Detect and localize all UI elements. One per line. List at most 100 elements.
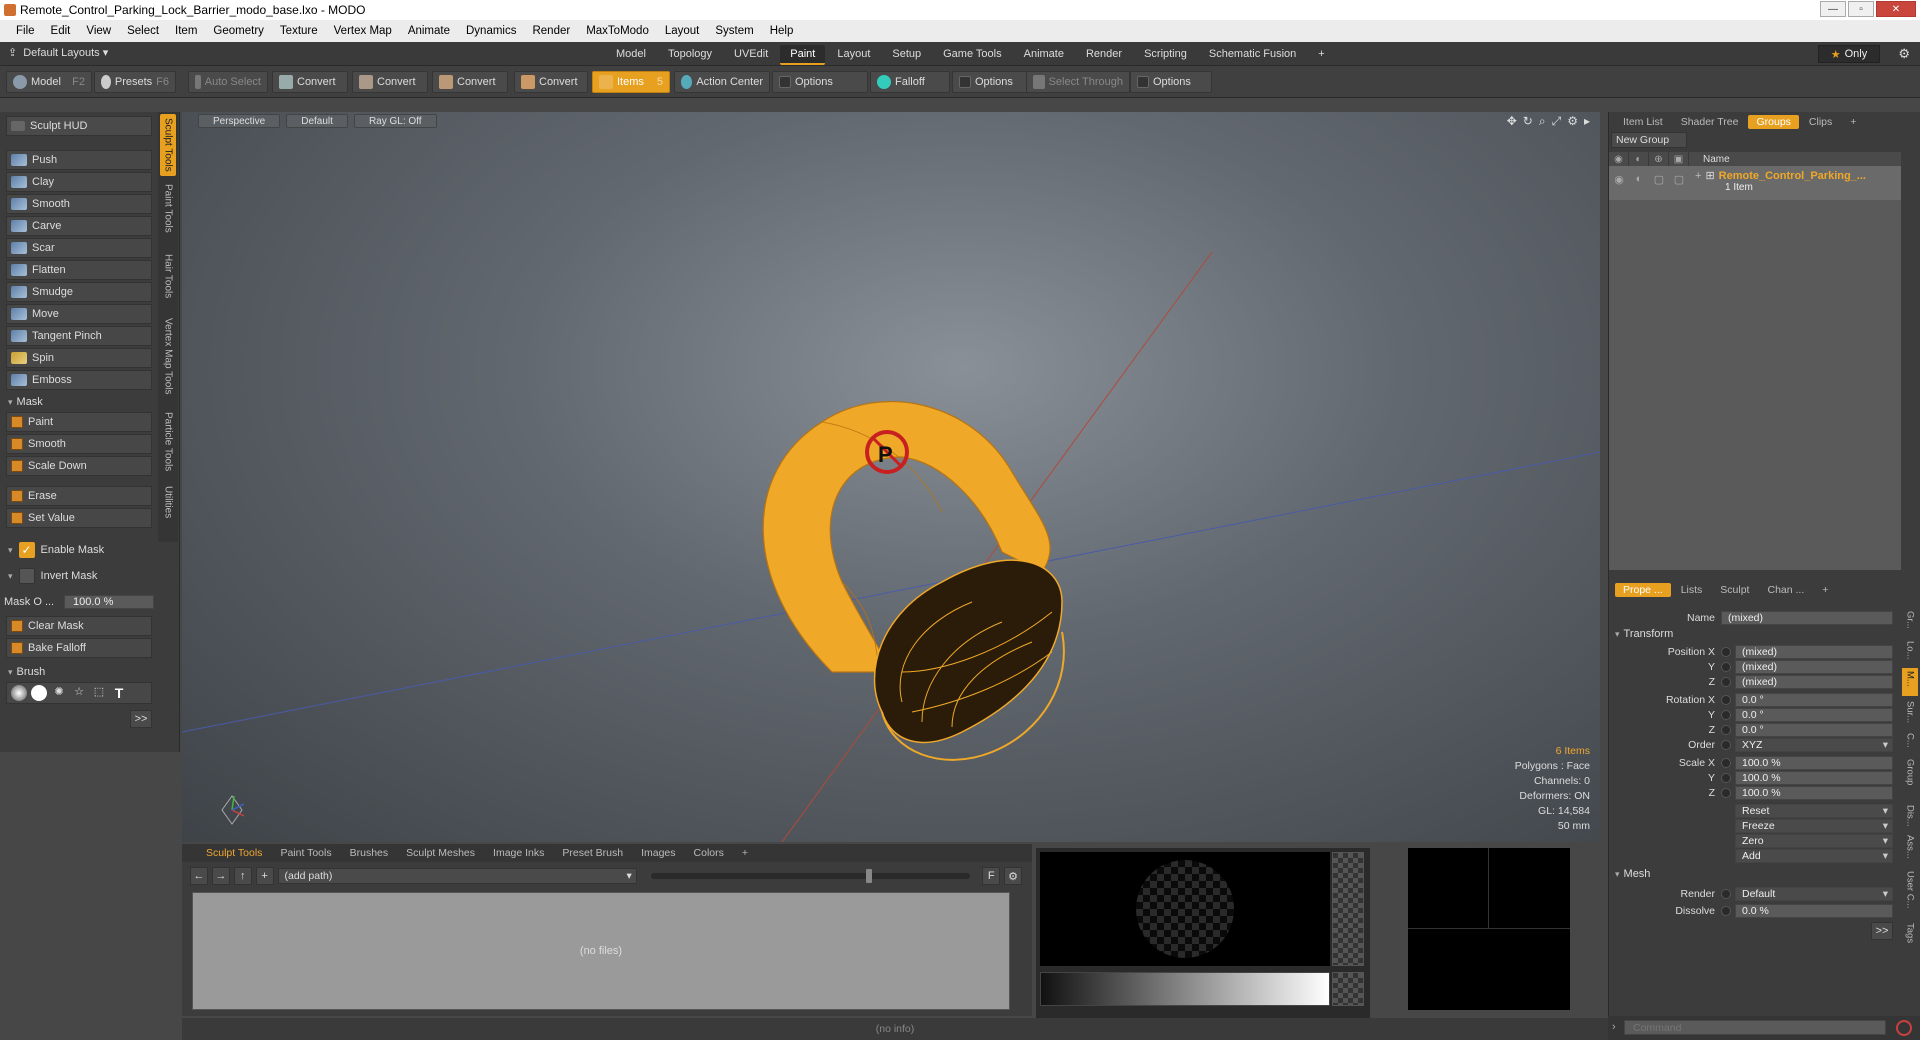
tool-smudge[interactable]: Smudge	[6, 282, 152, 302]
star-brush-icon[interactable]: ☆	[71, 685, 87, 701]
convert-button-2[interactable]: Convert	[352, 71, 428, 93]
items-mode-button[interactable]: Items 5	[592, 71, 670, 93]
action-center-options-button[interactable]: Options	[772, 71, 868, 93]
rotation-y-field[interactable]: 0.0 °	[1735, 707, 1893, 722]
menu-dynamics[interactable]: Dynamics	[458, 25, 524, 37]
close-button[interactable]: ✕	[1876, 1, 1916, 17]
maximize-button[interactable]: ▫	[1848, 1, 1874, 17]
tab-topology[interactable]: Topology	[657, 45, 723, 65]
tab-setup[interactable]: Setup	[882, 45, 932, 65]
add-path-icon[interactable]: +	[255, 867, 274, 885]
add-dropdown[interactable]: Add	[1735, 848, 1893, 863]
side-tab-7[interactable]: Dis...	[1902, 802, 1918, 830]
scale-y-key-icon[interactable]	[1721, 772, 1731, 783]
presets-button[interactable]: Presets F6	[94, 71, 176, 93]
order-dropdown[interactable]: XYZ	[1735, 737, 1893, 752]
select-options-button[interactable]: Options	[1130, 71, 1212, 93]
position-x-key-icon[interactable]	[1721, 646, 1731, 657]
thumbnail-size-slider[interactable]	[650, 869, 971, 883]
scale-z-key-icon[interactable]	[1721, 787, 1731, 798]
tab-paint[interactable]: Paint	[780, 45, 826, 65]
menu-file[interactable]: File	[8, 25, 43, 37]
tool-push[interactable]: Push	[6, 150, 152, 170]
tab-scripting[interactable]: Scripting	[1134, 45, 1197, 65]
layouts-dropdown[interactable]: Default Layouts ▾	[23, 46, 108, 59]
scale-z-field[interactable]: 100.0 %	[1735, 785, 1893, 800]
record-icon[interactable]	[1896, 1020, 1912, 1036]
btab-images[interactable]: Images	[633, 846, 683, 860]
tab-sculpt[interactable]: Sculpt	[1712, 583, 1757, 597]
rotation-x-field[interactable]: 0.0 °	[1735, 692, 1893, 707]
rotation-y-key-icon[interactable]	[1721, 709, 1731, 720]
tab-lists[interactable]: Lists	[1673, 583, 1711, 597]
vtab-paint-tools[interactable]: Paint Tools	[160, 180, 176, 246]
layouts-icon[interactable]: ⇪	[8, 46, 17, 59]
reset-dropdown[interactable]: Reset	[1735, 803, 1893, 818]
render-icon[interactable]: ◐	[1629, 169, 1649, 189]
tool-flatten[interactable]: Flatten	[6, 260, 152, 280]
side-tab-10[interactable]: Tags	[1902, 920, 1918, 950]
group-row[interactable]: ◉ ◐ ▢ ▢ + ⊞ Remote_Control_Parking_... 1 I…	[1609, 166, 1901, 200]
add-bottom-tab-button[interactable]: +	[734, 846, 756, 860]
file-list-area[interactable]: (no files)	[192, 892, 1010, 1010]
btab-paint-tools[interactable]: Paint Tools	[272, 846, 339, 860]
scale-x-field[interactable]: 100.0 %	[1735, 755, 1893, 770]
vtab-hair-tools[interactable]: Hair Tools	[160, 250, 176, 310]
menu-layout[interactable]: Layout	[657, 25, 708, 37]
text-brush-icon[interactable]: T	[111, 685, 127, 701]
gear-icon[interactable]: ⚙	[1898, 46, 1910, 62]
browser-settings-icon[interactable]: ⚙	[1004, 867, 1022, 885]
transform-section-header[interactable]: Transform	[1615, 628, 1674, 640]
scale-y-field[interactable]: 100.0 %	[1735, 770, 1893, 785]
menu-render[interactable]: Render	[524, 25, 578, 37]
render-column-icon[interactable]: ◐	[1629, 152, 1649, 166]
tab-layout[interactable]: Layout	[827, 45, 881, 65]
order-key-icon[interactable]	[1721, 739, 1731, 750]
btab-colors[interactable]: Colors	[686, 846, 732, 860]
render-dropdown[interactable]: Default	[1735, 886, 1893, 901]
menu-geometry[interactable]: Geometry	[205, 25, 272, 37]
mask-erase[interactable]: Erase	[6, 486, 152, 506]
invert-mask-toggle[interactable]: Invert Mask	[6, 568, 152, 584]
position-y-field[interactable]: (mixed)	[1735, 659, 1893, 674]
tab-uvedit[interactable]: UVEdit	[724, 45, 779, 65]
more-tools-button[interactable]: >>	[130, 710, 152, 728]
vtab-utilities[interactable]: Utilities	[160, 482, 176, 532]
side-tab-9[interactable]: User C...	[1902, 868, 1918, 918]
tool-move[interactable]: Move	[6, 304, 152, 324]
menu-help[interactable]: Help	[762, 25, 802, 37]
zero-dropdown[interactable]: Zero	[1735, 833, 1893, 848]
side-tab-2[interactable]: Lo...	[1902, 638, 1918, 666]
position-z-key-icon[interactable]	[1721, 676, 1731, 687]
btab-image-inks[interactable]: Image Inks	[485, 846, 552, 860]
tab-render[interactable]: Render	[1075, 45, 1133, 65]
eye-icon[interactable]: ◉	[1609, 169, 1629, 189]
tab-properties[interactable]: Prope ...	[1615, 583, 1671, 597]
vtab-particle-tools[interactable]: Particle Tools	[160, 408, 176, 478]
add-tab-button[interactable]: +	[1308, 45, 1335, 65]
color-swatch[interactable]	[1332, 972, 1364, 1006]
btab-preset-brush[interactable]: Preset Brush	[554, 846, 631, 860]
3d-viewport[interactable]: Perspective Default Ray GL: Off ✥ ↻ ⌕ ⤢ …	[182, 112, 1600, 842]
side-tab-3[interactable]: M...	[1902, 668, 1918, 696]
mask-smooth[interactable]: Smooth	[6, 434, 152, 454]
brush-section-header[interactable]: Brush	[6, 664, 152, 680]
back-arrow-icon[interactable]: ←	[190, 867, 208, 885]
vtab-sculpt-tools[interactable]: Sculpt Tools	[160, 114, 176, 176]
scale-x-key-icon[interactable]	[1721, 757, 1731, 768]
name-field[interactable]: (mixed)	[1721, 610, 1893, 625]
tool-tangent-pinch[interactable]: Tangent Pinch	[6, 326, 152, 346]
menu-select[interactable]: Select	[119, 25, 167, 37]
select-column-icon[interactable]: ▣	[1669, 152, 1689, 166]
select-icon[interactable]: ▢	[1669, 169, 1689, 189]
convert-button-4[interactable]: Convert	[514, 71, 588, 93]
add-props-tab-button[interactable]: +	[1814, 583, 1836, 597]
tool-emboss[interactable]: Emboss	[6, 370, 152, 390]
menu-texture[interactable]: Texture	[272, 25, 326, 37]
convert-button-3[interactable]: Convert	[432, 71, 508, 93]
falloff-button[interactable]: Falloff	[870, 71, 950, 93]
side-tab-6[interactable]: Group	[1902, 756, 1918, 800]
dissolve-key-icon[interactable]	[1721, 905, 1731, 916]
side-tab-5[interactable]: C...	[1902, 730, 1918, 754]
btab-sculpt-tools[interactable]: Sculpt Tools	[198, 846, 270, 860]
